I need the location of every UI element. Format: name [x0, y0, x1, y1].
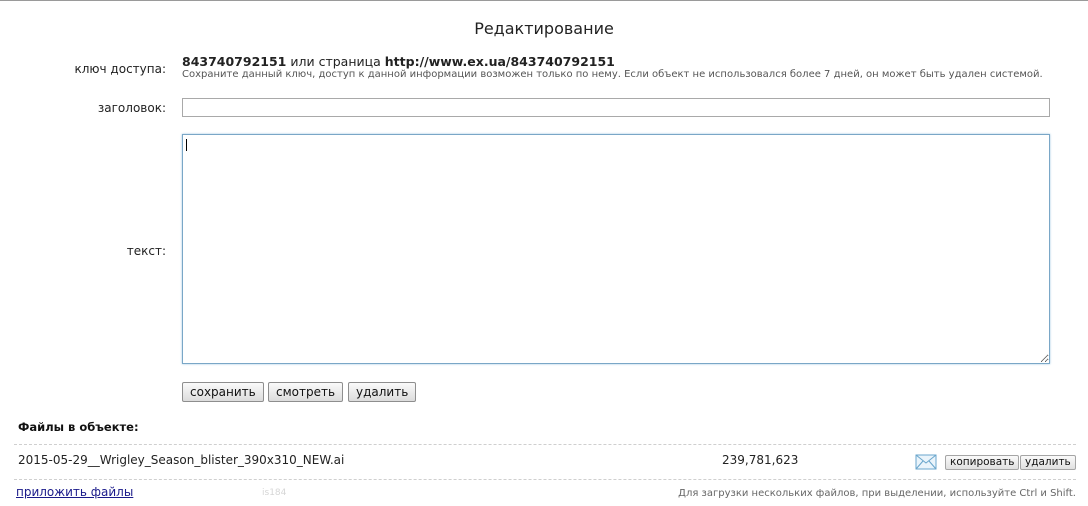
file-size: 239,781,623	[722, 453, 799, 467]
files-heading: Файлы в объекте:	[18, 420, 139, 434]
save-button[interactable]: сохранить	[182, 382, 264, 402]
upload-hint: Для загрузки нескольких файлов, при выде…	[678, 488, 1076, 499]
files-divider-bottom	[14, 479, 1076, 480]
text-cursor	[186, 139, 187, 151]
view-button[interactable]: смотреть	[268, 382, 344, 402]
access-key-note: Сохраните данный ключ, доступ к данной и…	[182, 69, 1043, 80]
page-title: Редактирование	[474, 19, 614, 38]
text-label: текст:	[126, 244, 166, 258]
access-key-line: 843740792151 или страница http://www.ex.…	[182, 54, 615, 69]
title-label: заголовок:	[97, 101, 166, 115]
access-url: http://www.ex.ua/843740792151	[384, 54, 615, 69]
access-or-text: или страница	[290, 54, 381, 69]
text-area[interactable]	[182, 134, 1050, 364]
top-divider	[0, 0, 1088, 1]
attach-files-link[interactable]: приложить файлы	[16, 485, 133, 499]
files-divider-top	[14, 444, 1076, 445]
access-key-label: ключ доступа:	[74, 62, 167, 76]
mail-icon[interactable]	[915, 454, 937, 470]
file-name[interactable]: 2015-05-29__Wrigley_Season_blister_390x3…	[18, 453, 344, 467]
access-key-value: 843740792151	[182, 54, 287, 69]
delete-file-button[interactable]: удалить	[1020, 455, 1076, 470]
copy-file-button[interactable]: копировать	[945, 455, 1020, 470]
title-input[interactable]	[182, 98, 1050, 117]
delete-button[interactable]: удалить	[348, 382, 417, 402]
faint-code-text: is184	[262, 488, 287, 498]
